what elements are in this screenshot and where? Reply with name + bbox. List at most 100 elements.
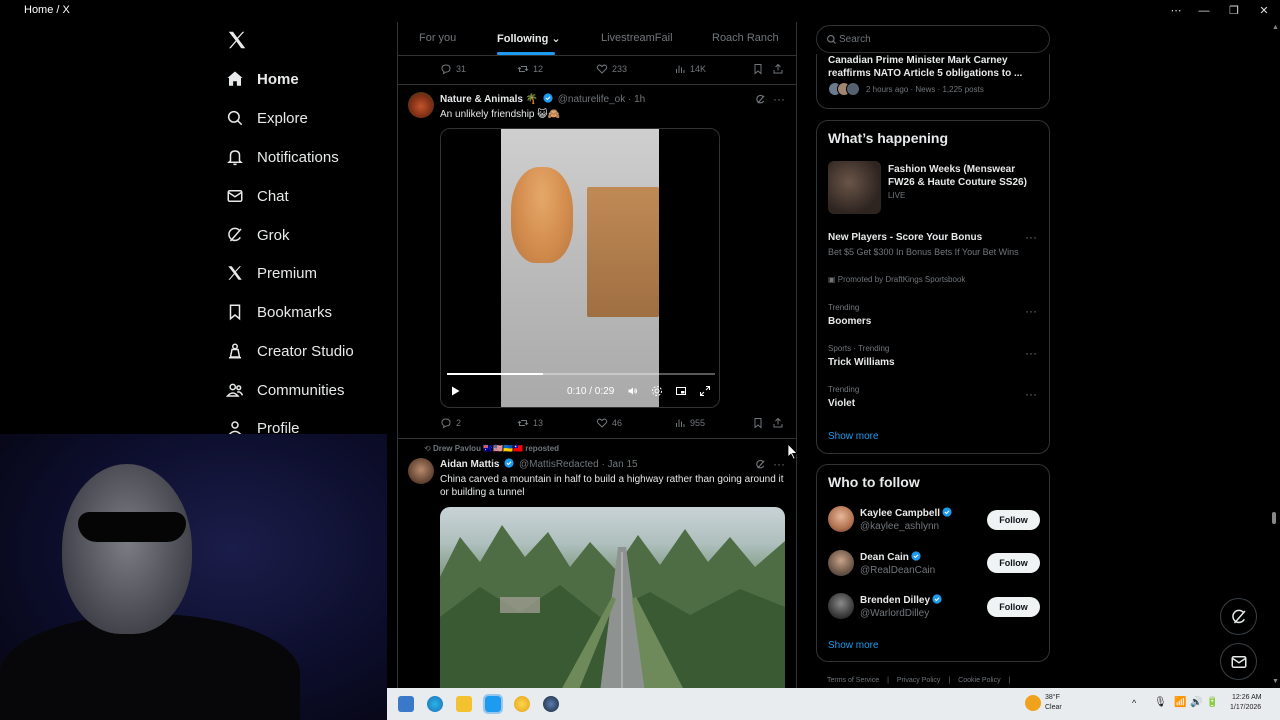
tab-following[interactable]: Following ⌄ <box>497 32 561 45</box>
grok-icon[interactable] <box>755 459 766 470</box>
author-handle[interactable]: @naturelife_ok <box>558 94 625 105</box>
reply-button[interactable]: 31 <box>440 63 466 75</box>
weather-condition[interactable]: Clear <box>1045 704 1062 711</box>
file-explorer-app-icon[interactable] <box>398 696 414 712</box>
like-button[interactable]: 46 <box>596 417 622 429</box>
bookmark-button[interactable] <box>752 417 768 429</box>
nav-notifications[interactable]: Notifications <box>226 142 339 172</box>
more-icon[interactable]: ··· <box>1025 346 1037 360</box>
news-card[interactable]: Canadian Prime Minister Mark Carney reaf… <box>816 54 1050 109</box>
mute-button[interactable] <box>627 385 639 400</box>
clock-time[interactable]: 12:26 AM <box>1232 694 1262 701</box>
nav-bookmarks[interactable]: Bookmarks <box>226 297 332 327</box>
post-time[interactable]: · Jan 15 <box>601 459 637 470</box>
settings-button[interactable] <box>651 385 663 400</box>
trend-name[interactable]: Violet <box>828 398 855 409</box>
repost-by[interactable]: Drew Pavlou 🇦🇺🇺🇸🇺🇦🇹🇼 reposted <box>433 444 559 453</box>
more-icon[interactable]: ··· <box>773 92 785 106</box>
x-logo-icon[interactable] <box>226 28 248 52</box>
weather-temp[interactable]: 38°F <box>1045 694 1060 701</box>
more-icon[interactable]: ··· <box>1025 230 1037 244</box>
avatar[interactable] <box>828 593 854 619</box>
follow-button[interactable]: Follow <box>987 510 1040 530</box>
tab-livestreamfail[interactable]: LivestreamFail <box>601 32 673 44</box>
speaker-icon[interactable]: 🔊 <box>1190 697 1202 708</box>
terms-link[interactable]: Terms of Service <box>827 677 879 684</box>
nav-creator-studio[interactable]: Creator Studio <box>226 336 354 366</box>
more-icon[interactable]: ⋯ <box>1162 2 1190 20</box>
search-input[interactable] <box>839 31 1039 47</box>
news-title[interactable]: Canadian Prime Minister Mark Carney reaf… <box>828 54 1038 80</box>
twitter-app-icon[interactable] <box>483 694 503 714</box>
views-button[interactable]: 14K <box>674 63 706 75</box>
avatar[interactable] <box>828 506 854 532</box>
microphone-icon[interactable]: 🎙 <box>1154 697 1167 708</box>
tab-for-you[interactable]: For you <box>419 32 456 44</box>
grok-fab-button[interactable] <box>1220 598 1257 635</box>
minimize-button[interactable]: — <box>1190 2 1218 20</box>
share-button[interactable] <box>772 63 788 75</box>
more-icon[interactable]: ··· <box>1025 387 1037 401</box>
repost-button[interactable]: 13 <box>517 417 543 429</box>
follow-user-name[interactable]: Dean Cain <box>860 551 923 563</box>
author-name[interactable]: Nature & Animals 🌴 <box>440 94 538 105</box>
nav-premium[interactable]: Premium <box>226 258 317 288</box>
video-time: 0:10 / 0:29 <box>567 386 615 397</box>
nav-home[interactable]: Home <box>226 64 299 94</box>
clock-date[interactable]: 1/17/2026 <box>1230 704 1261 711</box>
show-more-link[interactable]: Show more <box>828 640 879 651</box>
maximize-button[interactable]: ❐ <box>1220 2 1248 20</box>
bookmark-button[interactable] <box>752 63 768 75</box>
nav-explore[interactable]: Explore <box>226 103 308 133</box>
cookie-link[interactable]: Cookie Policy <box>958 677 1000 684</box>
author-handle[interactable]: @MattisRedacted <box>519 459 599 470</box>
trend-name[interactable]: Boomers <box>828 316 871 327</box>
tab-roach-ranch[interactable]: Roach Ranch <box>712 32 779 44</box>
battery-icon[interactable]: 🔋 <box>1206 697 1218 708</box>
event-title[interactable]: Fashion Weeks (Menswear FW26 & Haute Cou… <box>888 163 1038 189</box>
scroll-down-icon[interactable]: ▼ <box>1272 678 1279 685</box>
close-button[interactable]: ✕ <box>1250 2 1278 20</box>
search-box[interactable] <box>816 25 1050 53</box>
scroll-up-icon[interactable]: ▲ <box>1272 24 1279 31</box>
event-thumbnail[interactable] <box>828 161 881 214</box>
scrollbar-thumb[interactable] <box>1272 512 1276 524</box>
video-player[interactable]: 0:10 / 0:29 <box>440 128 720 408</box>
author-name[interactable]: Aidan Mattis <box>440 459 499 470</box>
follow-user-name[interactable]: Brenden Dilley <box>860 594 944 606</box>
share-button[interactable] <box>772 417 788 429</box>
show-more-link[interactable]: Show more <box>828 431 879 442</box>
trend-name[interactable]: Trick Williams <box>828 357 895 368</box>
play-button[interactable] <box>449 385 461 400</box>
follow-button[interactable]: Follow <box>987 553 1040 573</box>
follow-user-name[interactable]: Kaylee Campbell <box>860 507 954 519</box>
avatar[interactable] <box>408 458 434 484</box>
fullscreen-button[interactable] <box>699 385 711 400</box>
repost-button[interactable]: 12 <box>517 63 543 75</box>
tray-chevron-icon[interactable]: ^ <box>1132 698 1136 708</box>
nav-communities[interactable]: Communities <box>226 375 345 405</box>
nav-grok[interactable]: Grok <box>226 220 290 250</box>
grok-icon[interactable] <box>755 94 766 105</box>
avatar[interactable] <box>408 92 434 118</box>
promo-title[interactable]: New Players - Score Your Bonus <box>828 232 982 243</box>
more-icon[interactable]: ··· <box>1025 304 1037 318</box>
steam-icon[interactable] <box>543 696 559 712</box>
like-button[interactable]: 233 <box>596 63 627 75</box>
more-icon[interactable]: ··· <box>773 457 785 471</box>
privacy-link[interactable]: Privacy Policy <box>897 677 941 684</box>
post-image[interactable] <box>440 507 785 692</box>
nav-chat[interactable]: Chat <box>226 181 289 211</box>
post-time[interactable]: · 1h <box>628 94 645 105</box>
reply-button[interactable]: 2 <box>440 417 461 429</box>
folder-icon[interactable] <box>456 696 472 712</box>
follow-button[interactable]: Follow <box>987 597 1040 617</box>
game-app-icon[interactable] <box>514 696 530 712</box>
video-progress-bar[interactable] <box>447 373 715 375</box>
views-button[interactable]: 955 <box>674 417 705 429</box>
wifi-icon[interactable]: 📶 <box>1174 697 1186 708</box>
edge-browser-icon[interactable] <box>427 696 443 712</box>
avatar[interactable] <box>828 550 854 576</box>
pip-button[interactable] <box>675 385 687 400</box>
messages-fab-button[interactable] <box>1220 643 1257 680</box>
